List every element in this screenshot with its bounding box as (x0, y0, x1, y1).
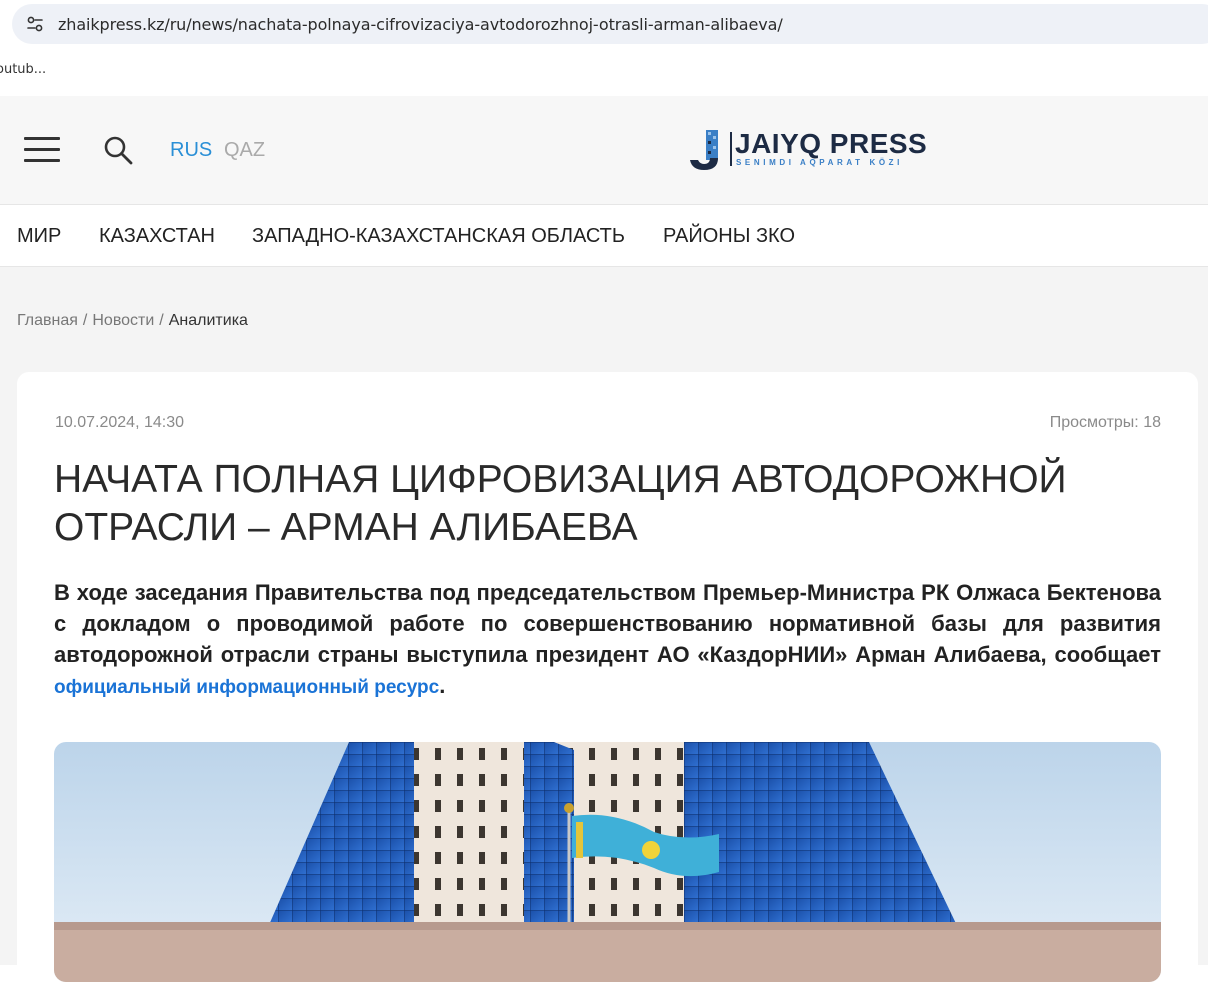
url-text[interactable]: zhaikpress.kz/ru/news/nachata-polnaya-ci… (58, 15, 783, 34)
breadcrumb-separator: / (82, 312, 88, 329)
article-lead-end: . (439, 673, 446, 698)
menu-icon-bar (24, 137, 60, 140)
nav-item-world[interactable]: МИР (17, 225, 61, 248)
breadcrumb-current: Аналитика (168, 312, 248, 329)
article-title: НАЧАТА ПОЛНАЯ ЦИФРОВИЗАЦИЯ АВТОДОРОЖНОЙ … (54, 456, 1164, 552)
nav-item-west-kz-region[interactable]: ЗАПАДНО-КАЗАХСТАНСКАЯ ОБЛАСТЬ (252, 225, 625, 248)
logo-subtitle: SENIMDI AQPARAT KÖZI (736, 158, 903, 167)
site-settings-icon[interactable] (26, 15, 44, 33)
bookmark-item[interactable]: outub... (0, 62, 46, 77)
source-link[interactable]: официальный информационный ресурс (54, 677, 439, 698)
nav-item-districts[interactable]: РАЙОНЫ ЗКО (663, 225, 795, 248)
url-box[interactable]: zhaikpress.kz/ru/news/nachata-polnaya-ci… (12, 4, 1208, 44)
article-lead: В ходе заседания Правительства под предс… (54, 577, 1161, 703)
breadcrumb-news[interactable]: Новости (92, 312, 154, 329)
search-icon[interactable] (102, 134, 134, 166)
lang-rus[interactable]: RUS (170, 139, 212, 162)
breadcrumb: Главная / Новости / Аналитика (17, 312, 248, 330)
menu-icon-bar (24, 148, 60, 151)
breadcrumb-home[interactable]: Главная (17, 312, 78, 329)
article-title-line: НАЧАТА ПОЛНАЯ ЦИФРОВИЗАЦИЯ АВТОДОРОЖНОЙ (54, 458, 1067, 501)
browser-address-bar: zhaikpress.kz/ru/news/nachata-polnaya-ci… (0, 0, 1208, 52)
site-logo[interactable]: JAIYQ PRESS SENIMDI AQPARAT KÖZI (688, 128, 938, 172)
menu-button[interactable] (24, 137, 60, 163)
site-header: RUS QAZ JAIYQ PRESS SENIMDI AQPARAT KÖZI (0, 96, 1208, 205)
main-nav: МИР КАЗАХСТАН ЗАПАДНО-КАЗАХСТАНСКАЯ ОБЛА… (0, 205, 1208, 267)
article-photo (54, 742, 1161, 982)
breadcrumb-separator: / (159, 312, 164, 329)
article-date: 10.07.2024, 14:30 (55, 414, 185, 431)
bookmarks-bar: outub... (0, 52, 1208, 96)
logo-divider (730, 132, 732, 166)
logo-j-icon (690, 130, 718, 170)
logo-title: JAIYQ PRESS (735, 128, 928, 159)
nav-item-kazakhstan[interactable]: КАЗАХСТАН (99, 225, 215, 248)
menu-icon-bar (24, 159, 60, 162)
lang-qaz[interactable]: QAZ (224, 139, 265, 162)
article-lead-text: В ходе заседания Правительства под предс… (54, 580, 1161, 667)
article-card: 10.07.2024, 14:30 Просмотры: 18 НАЧАТА П… (17, 372, 1198, 992)
article-title-line: ОТРАСЛИ – АРМАН АЛИБАЕВА (54, 506, 638, 549)
article-views: Просмотры: 18 (1049, 414, 1161, 431)
